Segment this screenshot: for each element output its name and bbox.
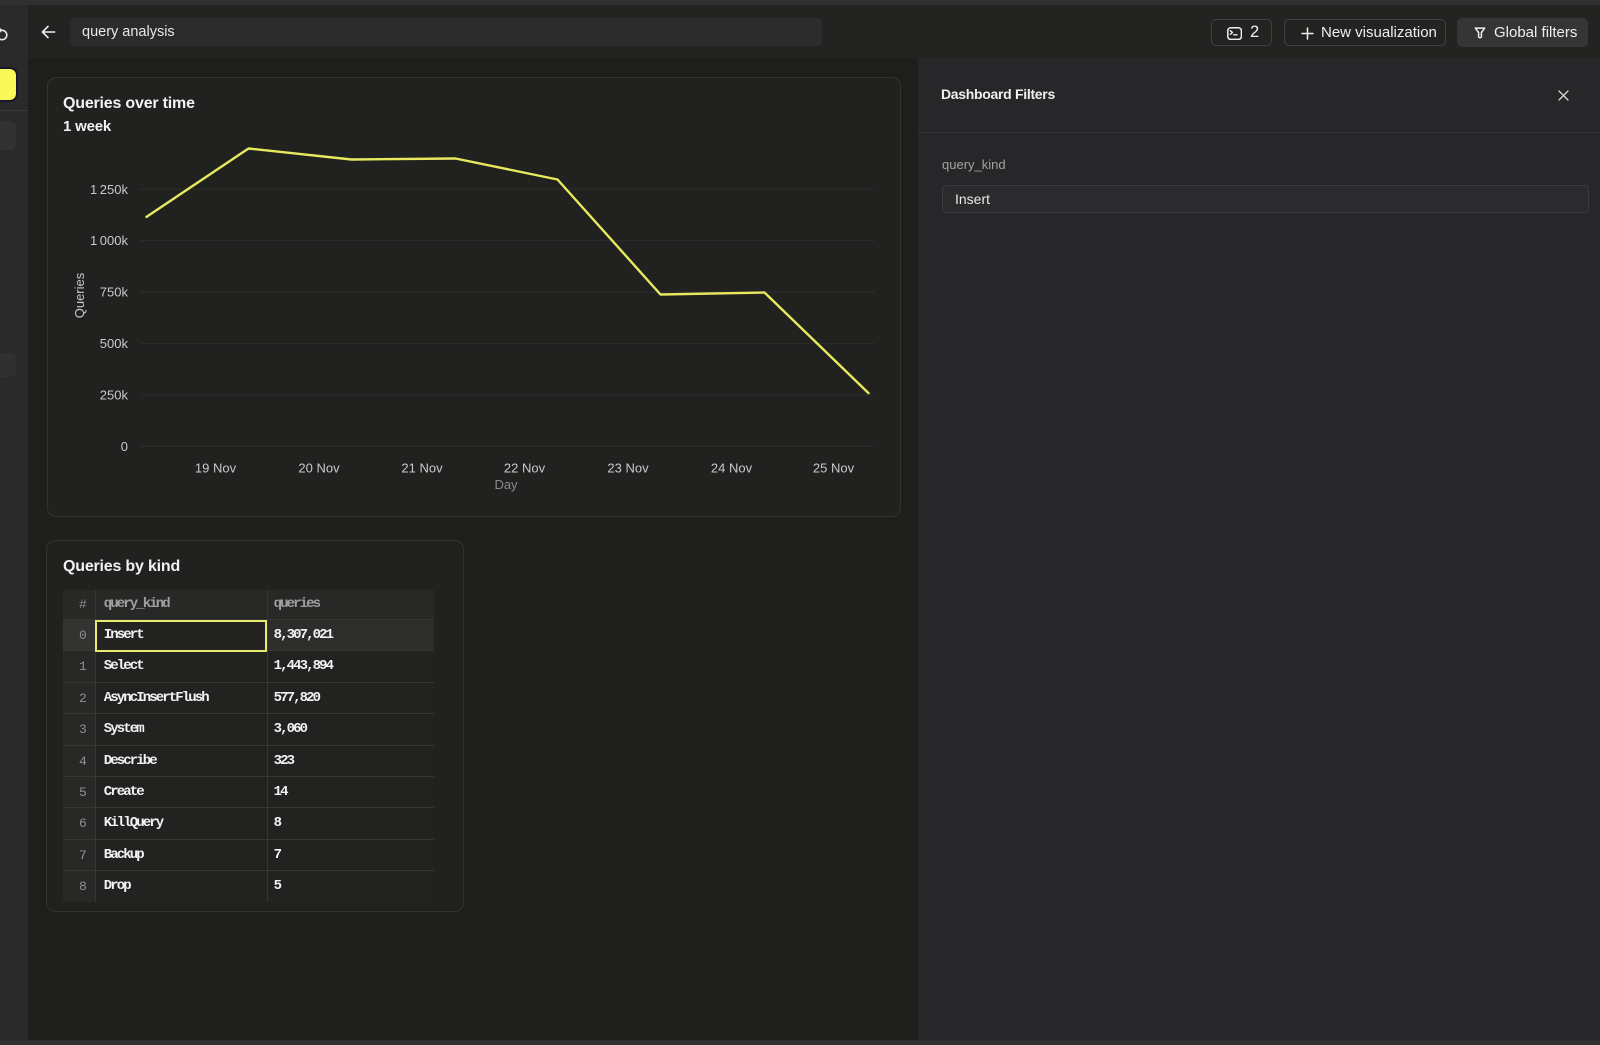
svg-text:20 Nov: 20 Nov (298, 461, 340, 476)
svg-text:22 Nov: 22 Nov (504, 461, 546, 476)
svg-text:23 Nov: 23 Nov (607, 461, 649, 476)
svg-text:500k: 500k (100, 336, 129, 351)
svg-text:250k: 250k (100, 387, 129, 402)
svg-text:25 Nov: 25 Nov (813, 461, 855, 476)
svg-text:0: 0 (121, 439, 128, 454)
svg-text:Day: Day (494, 477, 518, 492)
svg-text:1 250k: 1 250k (90, 182, 129, 197)
svg-text:21 Nov: 21 Nov (401, 461, 443, 476)
svg-text:750k: 750k (100, 285, 129, 300)
svg-text:Queries: Queries (72, 272, 87, 318)
svg-text:1 000k: 1 000k (90, 233, 129, 248)
svg-text:24 Nov: 24 Nov (711, 461, 753, 476)
svg-text:19 Nov: 19 Nov (195, 461, 237, 476)
